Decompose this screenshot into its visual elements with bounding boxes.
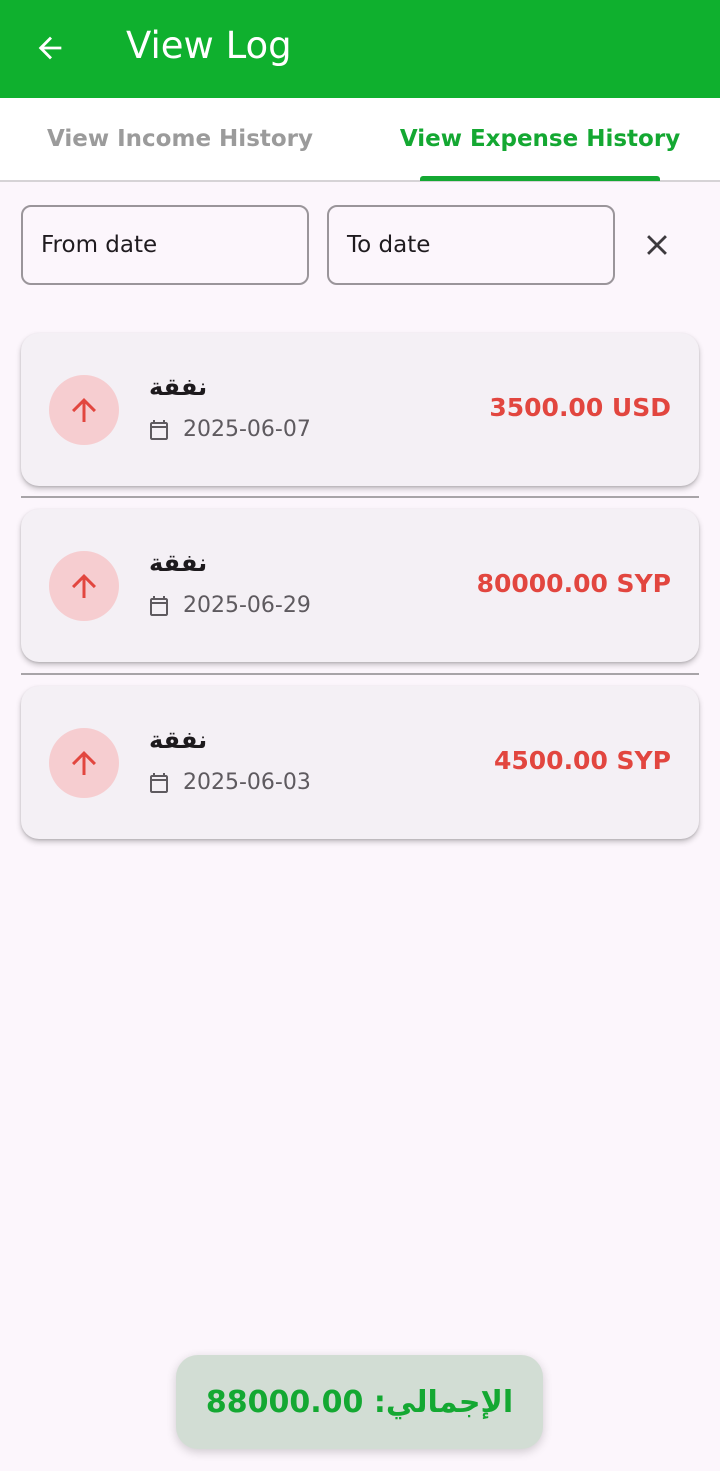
tab-income-history[interactable]: View Income History <box>0 98 360 180</box>
transaction-card[interactable]: نفقة 2025-06-29 80000.00 SYP <box>21 509 699 662</box>
close-icon <box>647 235 667 255</box>
tab-bar: View Income History View Expense History <box>0 98 720 182</box>
transaction-card[interactable]: نفقة 2025-06-07 3500.00 USD <box>21 333 699 486</box>
arrow-up-icon <box>72 751 96 775</box>
tab-expense-history[interactable]: View Expense History <box>360 98 720 180</box>
divider <box>21 496 699 498</box>
from-date-placeholder: From date <box>41 232 158 258</box>
total-summary: الإجمالي: 88000.00 <box>176 1355 543 1449</box>
calendar-icon <box>147 771 171 795</box>
transaction-date: 2025-06-03 <box>183 770 311 795</box>
expense-icon-circle <box>49 728 119 798</box>
transaction-date-row: 2025-06-03 <box>147 770 311 795</box>
transaction-amount: 4500.00 SYP <box>493 746 671 775</box>
transaction-title: نفقة <box>149 373 208 401</box>
transaction-date-row: 2025-06-29 <box>147 593 311 618</box>
transaction-date: 2025-06-29 <box>183 593 311 618</box>
transaction-amount: 80000.00 SYP <box>476 569 671 598</box>
transaction-card[interactable]: نفقة 2025-06-03 4500.00 SYP <box>21 686 699 839</box>
arrow-back-icon <box>38 36 62 60</box>
tab-indicator <box>420 176 660 181</box>
expense-icon-circle <box>49 375 119 445</box>
divider <box>21 673 699 675</box>
transaction-date-row: 2025-06-07 <box>147 417 311 442</box>
arrow-up-icon <box>72 574 96 598</box>
from-date-field[interactable]: From date <box>21 205 309 285</box>
calendar-icon <box>147 594 171 618</box>
to-date-field[interactable]: To date <box>327 205 615 285</box>
clear-filter-button[interactable] <box>632 220 682 270</box>
total-label: الإجمالي: 88000.00 <box>205 1384 514 1420</box>
transaction-title: نفقة <box>149 549 208 577</box>
transaction-amount: 3500.00 USD <box>489 393 671 422</box>
back-button[interactable] <box>28 26 72 70</box>
expense-icon-circle <box>49 551 119 621</box>
calendar-icon <box>147 418 171 442</box>
arrow-up-icon <box>72 398 96 422</box>
page-title: View Log <box>126 24 292 67</box>
transaction-title: نفقة <box>149 726 208 754</box>
to-date-placeholder: To date <box>347 232 431 258</box>
transaction-date: 2025-06-07 <box>183 417 311 442</box>
app-bar: View Log <box>0 0 720 98</box>
